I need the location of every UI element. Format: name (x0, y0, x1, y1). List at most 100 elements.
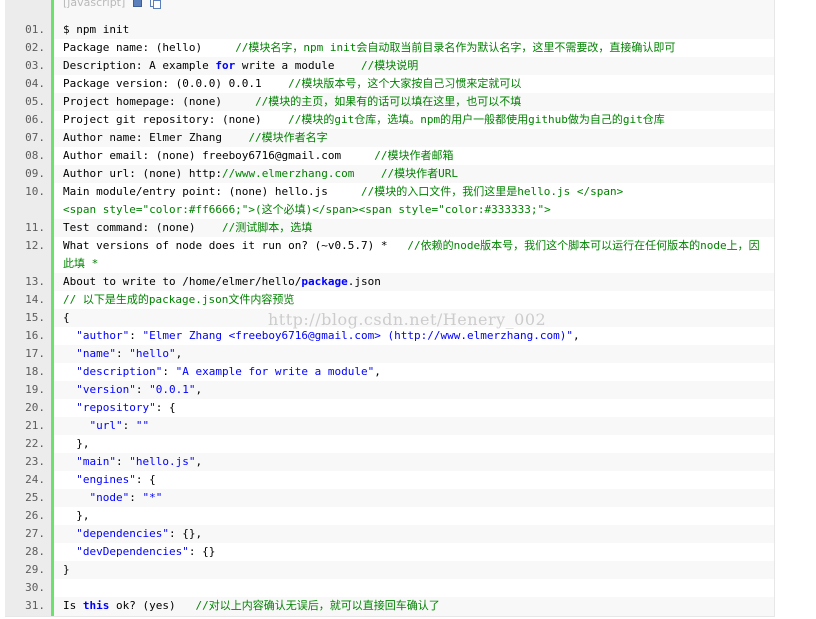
line-number: 30. (25, 581, 45, 594)
line-number: 05. (25, 95, 45, 108)
code-line: 28. "devDependencies": {} (5, 543, 774, 561)
code-comment: //模块的主页，如果有的话可以填在这里，也可以不填 (255, 95, 522, 108)
code-text: What versions of node does it run on? (~… (63, 237, 768, 273)
code-segment: write a module (235, 59, 362, 72)
code-block: [javascript] 01. $ npm init 02. Package nam… (5, 0, 775, 617)
json-value: "" (135, 419, 150, 432)
json-key: "repository" (76, 401, 156, 414)
line-number: 27. (25, 527, 45, 540)
line-number: 16. (25, 329, 45, 342)
code-line: 10. Main module/entry point: (none) hello… (5, 183, 774, 219)
json-value: "*" (142, 491, 163, 504)
code-comment: // 以下是生成的package.json文件内容预览 (63, 293, 295, 306)
json-key: "devDependencies" (76, 545, 189, 558)
code-text: "url": "" (63, 417, 768, 435)
code-comment: //对以上内容确认无误后，就可以直接回车确认了 (195, 599, 440, 612)
code-text: }, (63, 435, 768, 453)
code-line: 24. "engines": { (5, 471, 774, 489)
code-segment: }, (63, 509, 90, 522)
code-comment: //模块说明 (361, 59, 419, 72)
code-comment: //模块作者邮箱 (374, 149, 454, 162)
code-line: 31. Is this ok? (yes) //对以上内容确认无误后，就可以直接回… (5, 597, 774, 615)
code-segment: : { (155, 401, 176, 414)
json-key: "author" (76, 329, 130, 342)
json-key: "node" (89, 491, 130, 504)
line-number: 12. (25, 239, 45, 252)
code-segment: : (129, 329, 143, 342)
line-number: 31. (25, 599, 45, 612)
line-number: 04. (25, 77, 45, 90)
code-line: 06. Project git repository: (none) //模块的g… (5, 111, 774, 129)
line-number: 24. (25, 473, 45, 486)
code-keyword: for (215, 59, 236, 72)
code-keyword: package (301, 275, 348, 288)
code-segment: .json (347, 275, 381, 288)
code-segment: { (63, 311, 70, 324)
code-segment: , (195, 455, 203, 468)
code-text: Project homepage: (none) //模块的主页，如果有的话可以… (63, 93, 768, 111)
code-segment: , (572, 329, 580, 342)
code-segment: }, (63, 437, 90, 450)
line-number: 10. (25, 185, 45, 198)
code-line: 09. Author url: (none) http://www.elmerzh… (5, 165, 774, 183)
json-value: "Elmer Zhang <freeboy6716@gmail.com> (ht… (142, 329, 573, 342)
code-comment: //www.elmerzhang.com //模块作者URL (221, 167, 459, 180)
json-key: "dependencies" (76, 527, 169, 540)
code-text: "description": "A example for write a mo… (63, 363, 768, 381)
line-number: 08. (25, 149, 45, 162)
view-source-icon[interactable] (133, 0, 143, 7)
line-number: 20. (25, 401, 45, 414)
code-segment: Author name: Elmer Zhang (63, 131, 249, 144)
json-value: "0.0.1" (149, 383, 196, 396)
code-lines: 01. $ npm init 02. Package name: (hello) //… (5, 21, 774, 615)
code-line-background (54, 579, 774, 597)
code-line: 11. Test command: (none) //测试脚本，选填 (5, 219, 774, 237)
code-text: Is this ok? (yes) //对以上内容确认无误后，就可以直接回车确认… (63, 597, 768, 615)
code-segment: , (195, 383, 203, 396)
code-line: 20. "repository": { (5, 399, 774, 417)
language-label: [javascript] (63, 0, 126, 9)
code-line: 26. }, (5, 507, 774, 525)
code-text: About to write to /home/elmer/hello/pack… (63, 273, 768, 291)
code-line: 07. Author name: Elmer Zhang //模块作者名字 (5, 129, 774, 147)
code-line: 18. "description": "A example for write … (5, 363, 774, 381)
code-text: "devDependencies": {} (63, 543, 768, 561)
code-segment: Author url: (none) http: (63, 167, 222, 180)
code-line: 22. }, (5, 435, 774, 453)
json-key: "url" (89, 419, 123, 432)
code-segment: Is (63, 599, 83, 612)
code-comment: //模块名字，npm init会自动取当前目录名作为默认名字，这里不需要改，直接… (235, 41, 676, 54)
line-number: 26. (25, 509, 45, 522)
code-text: "node": "*" (63, 489, 768, 507)
line-number: 23. (25, 455, 45, 468)
code-line: 30. (5, 579, 774, 597)
code-line: 08. Author email: (none) freeboy6716@gmai… (5, 147, 774, 165)
code-segment: : {} (188, 545, 216, 558)
line-number: 15. (25, 311, 45, 324)
json-value: "hello.js" (129, 455, 196, 468)
code-segment: } (63, 563, 70, 576)
code-line: 05. Project homepage: (none) //模块的主页，如果有的… (5, 93, 774, 111)
copy-icon[interactable] (150, 0, 162, 9)
line-number: 29. (25, 563, 45, 576)
code-line: 27. "dependencies": {}, (5, 525, 774, 543)
code-line: 25. "node": "*" (5, 489, 774, 507)
code-text: Project git repository: (none) //模块的git仓… (63, 111, 768, 129)
code-keyword: this (82, 599, 110, 612)
line-number: 02. (25, 41, 45, 54)
line-number: 01. (25, 23, 45, 36)
code-text: Test command: (none) //测试脚本，选填 (63, 219, 768, 237)
code-comment: //模块作者名字 (248, 131, 328, 144)
code-segment: Package name: (hello) (63, 41, 236, 54)
line-number: 11. (25, 221, 45, 234)
json-key: "engines" (76, 473, 136, 486)
code-text: "repository": { (63, 399, 768, 417)
code-segment: Description: A example (63, 59, 216, 72)
